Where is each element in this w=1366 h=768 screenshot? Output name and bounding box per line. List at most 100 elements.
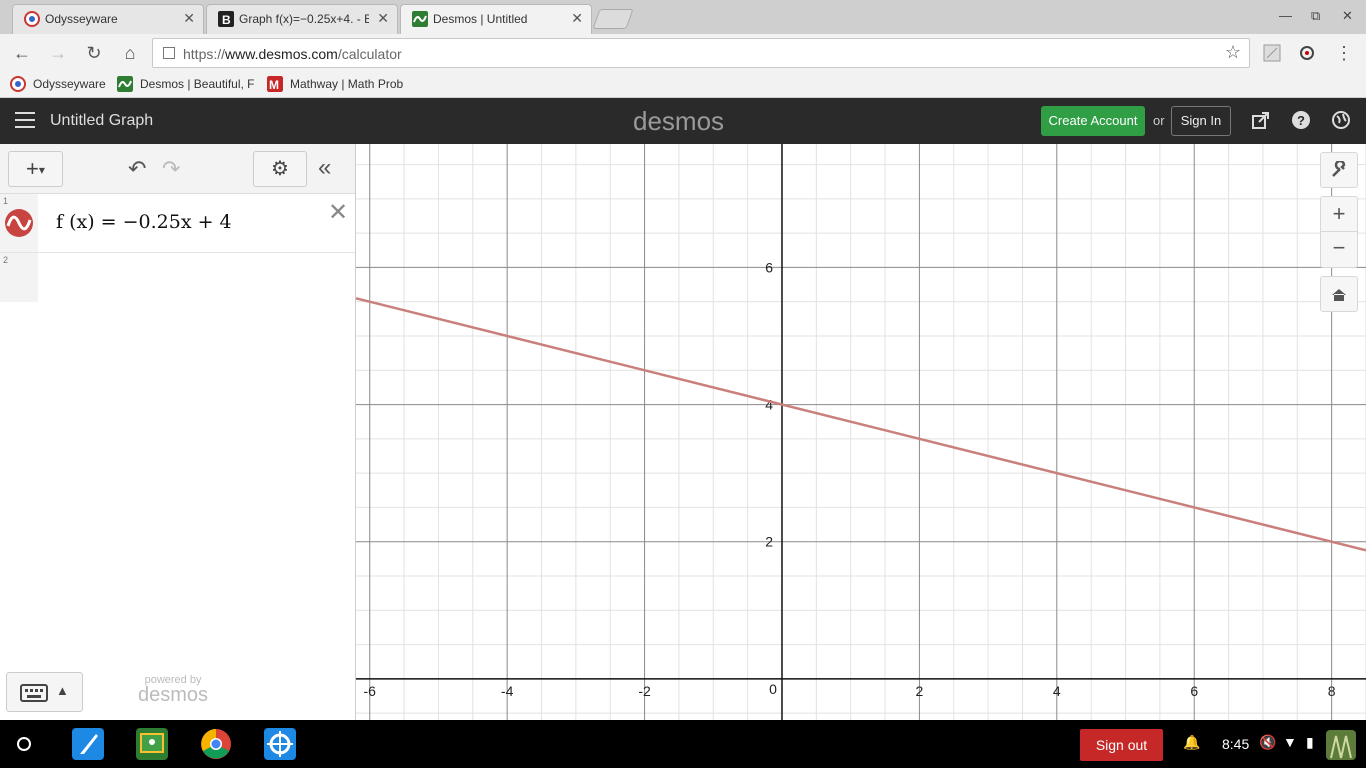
browser-toolbar: ← → ↻ ⌂ https://www.desmos.com/calculato…: [0, 34, 1366, 72]
y-tick-label: 4: [765, 397, 773, 413]
back-arrow-icon[interactable]: ←: [10, 42, 34, 66]
x-tick-label: -6: [364, 683, 377, 699]
tab-desmos[interactable]: Desmos | Untitled ✕: [400, 4, 592, 34]
default-viewport-home-icon[interactable]: [1320, 276, 1358, 312]
extension-target-icon[interactable]: [1298, 44, 1316, 62]
home-icon[interactable]: ⌂: [118, 42, 142, 66]
window-close-icon[interactable]: ✕: [1342, 8, 1353, 24]
create-account-button[interactable]: Create Account: [1041, 106, 1145, 136]
y-tick-label: 2: [765, 534, 773, 550]
expression-index: 2: [3, 255, 9, 265]
notification-bell-icon[interactable]: 🔔: [1183, 734, 1200, 751]
user-avatar[interactable]: [1326, 730, 1356, 760]
desmos-logo: desmos: [633, 106, 725, 136]
collapse-panel-icon[interactable]: «: [318, 154, 331, 182]
launcher-icon[interactable]: [17, 737, 31, 751]
caret-up-icon: ▲: [56, 683, 69, 698]
desmos-favicon-icon: [117, 76, 133, 92]
tab-close-icon[interactable]: ✕: [183, 10, 195, 27]
odysseyware-favicon-icon: [10, 76, 26, 92]
settings-gear-icon[interactable]: ⚙: [253, 151, 307, 187]
new-tab-button[interactable]: [592, 9, 634, 29]
graph-color-icon[interactable]: [4, 208, 34, 238]
x-tick-label: 8: [1328, 683, 1336, 699]
tab-odysseyware[interactable]: Odysseyware ✕: [12, 4, 204, 34]
os-shelf: Sign out 🔔 8:45 🔇 ▼ ▮: [0, 720, 1366, 768]
wifi-icon[interactable]: ▼: [1283, 734, 1297, 750]
url-text: https://www.desmos.com/calculator: [183, 46, 402, 62]
tab-title: Desmos | Untitled: [433, 12, 528, 26]
x-tick-label: 4: [1053, 683, 1061, 699]
sign-out-button[interactable]: Sign out: [1080, 729, 1163, 761]
x-tick-label: -4: [501, 683, 514, 699]
globe-language-icon[interactable]: [1331, 110, 1351, 130]
sign-in-button[interactable]: Sign In: [1171, 106, 1231, 136]
expression-index: 1: [3, 196, 9, 206]
share-icon[interactable]: [1251, 110, 1271, 130]
undo-icon[interactable]: ↶: [128, 156, 146, 182]
bookmark-label: Mathway | Math Prob: [290, 77, 404, 91]
expression-gutter: 2: [0, 253, 38, 302]
redo-icon[interactable]: ↷: [162, 156, 180, 182]
expression-row[interactable]: 1 f (x) = −0.25x + 4 ✕: [0, 194, 355, 253]
y-tick-label: 6: [765, 259, 773, 275]
hamburger-menu-icon[interactable]: [15, 112, 35, 128]
tab-close-icon[interactable]: ✕: [377, 10, 389, 27]
x-tick-label: 2: [916, 683, 924, 699]
svg-text:B: B: [222, 13, 231, 27]
clock[interactable]: 8:45: [1222, 736, 1249, 752]
reload-icon[interactable]: ↻: [82, 42, 106, 66]
page-info-icon[interactable]: [163, 47, 175, 59]
add-item-button[interactable]: +▾: [8, 151, 63, 187]
powered-by-logo: desmos: [138, 684, 209, 706]
brainly-favicon-icon: B: [218, 11, 234, 27]
expression-math[interactable]: f (x) = −0.25x + 4: [56, 211, 232, 233]
app-target-icon[interactable]: [264, 728, 296, 760]
bookmark-label: Odysseyware: [33, 77, 106, 91]
expression-row-empty[interactable]: 2: [0, 253, 355, 302]
google-classroom-icon[interactable]: [136, 728, 168, 760]
browser-menu-icon[interactable]: ⋮: [1332, 42, 1356, 66]
maximize-icon[interactable]: ⧉: [1311, 8, 1320, 24]
zoom-out-icon[interactable]: −: [1320, 232, 1358, 268]
powered-by-desmos[interactable]: powered by desmos: [138, 674, 208, 707]
minimize-icon[interactable]: —: [1279, 8, 1292, 23]
browser-tab-strip: Odysseyware ✕ B Graph f(x)=−0.25x+4. - B…: [0, 0, 1366, 34]
mathway-favicon-icon: M: [267, 76, 283, 92]
tab-title: Graph f(x)=−0.25x+4. - B: [239, 12, 369, 26]
odysseyware-favicon-icon: [24, 11, 40, 27]
graph-title[interactable]: Untitled Graph: [50, 112, 153, 130]
svg-text:?: ?: [1297, 113, 1305, 128]
bookmark-mathway[interactable]: M Mathway | Math Prob: [267, 76, 403, 92]
forward-arrow-icon[interactable]: →: [46, 42, 70, 66]
volume-muted-icon[interactable]: 🔇: [1259, 734, 1276, 751]
chrome-icon[interactable]: [200, 728, 232, 760]
bookmark-star-icon[interactable]: ☆: [1225, 42, 1241, 63]
tab-graph-answer[interactable]: B Graph f(x)=−0.25x+4. - B ✕: [206, 4, 398, 34]
tab-title: Odysseyware: [45, 12, 118, 26]
x-tick-label: 0: [769, 681, 777, 697]
delete-expression-icon[interactable]: ✕: [328, 198, 348, 227]
bookmark-label: Desmos | Beautiful, F: [140, 77, 255, 91]
keypad-toggle-button[interactable]: ▲: [6, 672, 83, 712]
expression-toolbar: +▾ ↶ ↷ ⚙ «: [0, 144, 355, 194]
x-tick-label: 6: [1190, 683, 1198, 699]
expression-gutter: 1: [0, 194, 38, 252]
bookmarks-bar: Odysseyware Desmos | Beautiful, F M Mathw…: [0, 72, 1366, 98]
desmos-favicon-icon: [412, 11, 428, 27]
extension-icon[interactable]: [1263, 44, 1281, 62]
bookmark-odysseyware[interactable]: Odysseyware: [10, 76, 106, 92]
app-pen-icon[interactable]: [72, 728, 104, 760]
keyboard-icon: [20, 684, 48, 702]
help-icon[interactable]: ?: [1291, 110, 1311, 130]
bookmark-desmos[interactable]: Desmos | Beautiful, F: [117, 76, 255, 92]
tab-close-icon[interactable]: ✕: [571, 10, 583, 27]
address-bar[interactable]: https://www.desmos.com/calculator ☆: [152, 38, 1250, 68]
x-tick-label: -2: [638, 683, 651, 699]
zoom-in-icon[interactable]: +: [1320, 196, 1358, 232]
graph-canvas[interactable]: -6 -4 -2 0 2 4 6 8 6 4 2: [356, 144, 1366, 720]
desmos-header: Untitled Graph desmos Create Account or …: [0, 98, 1366, 144]
graph-settings-wrench-icon[interactable]: [1320, 152, 1358, 188]
battery-icon[interactable]: ▮: [1306, 734, 1314, 751]
graph-paper[interactable]: -6 -4 -2 0 2 4 6 8 6 4 2 + −: [356, 144, 1366, 720]
